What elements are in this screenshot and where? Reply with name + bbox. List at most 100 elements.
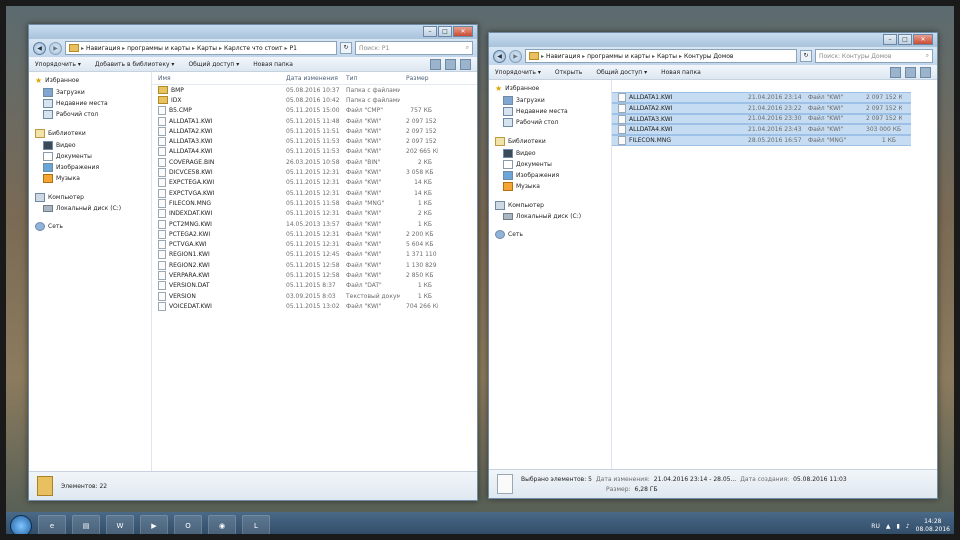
refresh-button[interactable]: ↻	[340, 42, 352, 54]
new-folder-button[interactable]: Новая папка	[661, 69, 701, 76]
file-row[interactable]: INDEXDAT.KWI 05.11.2015 12:31 Файл "KWI" 2 …	[152, 209, 477, 219]
nav-documents[interactable]: Документы	[489, 159, 611, 170]
maximize-button[interactable]: □	[898, 34, 912, 45]
nav-favorites[interactable]: ★ Избранное	[489, 82, 611, 95]
file-row[interactable]: EXPCTEGA.KWI 05.11.2015 12:31 Файл "KWI" 14…	[152, 178, 477, 188]
title-bar[interactable]: – □ ✕	[29, 25, 477, 39]
column-header-size[interactable]: Размер	[400, 75, 438, 82]
file-row[interactable]: ALLDATA3.KWI 21.04.2016 23:30 Файл "KWI" 2 …	[612, 113, 911, 125]
view-options-icon[interactable]	[890, 67, 901, 78]
nav-local-disk[interactable]: Локальный диск (C:)	[29, 204, 151, 213]
file-row[interactable]: B5.CMP 05.11.2015 15:00 Файл "CMP" 757 КБ	[152, 106, 477, 116]
view-options-icon[interactable]	[430, 59, 441, 70]
column-header-type[interactable]: Тип	[340, 75, 400, 82]
nav-libraries[interactable]: Библиотеки	[29, 127, 151, 140]
breadcrumb-separator[interactable]: ▸	[679, 53, 682, 60]
word-icon[interactable]: W	[106, 515, 134, 537]
address-bar[interactable]: ▸ Навигация ▸ программы и карты ▸ Карты ▸ Карлс…	[65, 41, 337, 55]
volume-icon[interactable]: ♪	[906, 523, 910, 530]
internet-explorer-icon[interactable]: e	[38, 515, 66, 537]
file-row[interactable]: VERSION 03.09.2015 8:03 Текстовый докум...…	[152, 291, 477, 301]
file-row[interactable]: ALLDATA4.KWI 05.11.2015 11:53 Файл "KWI" 20…	[152, 147, 477, 157]
nav-downloads[interactable]: Загрузки	[29, 87, 151, 98]
breadcrumb-separator[interactable]: ▸	[122, 45, 125, 52]
file-row[interactable]: ALLDATA2.KWI 21.04.2016 23:22 Файл "KWI" 2 …	[612, 102, 911, 114]
nav-downloads[interactable]: Загрузки	[489, 95, 611, 106]
breadcrumb-item[interactable]: программы и карты	[587, 53, 650, 60]
minimize-button[interactable]: –	[423, 26, 437, 37]
clock[interactable]: 14:28 08.08.2016	[916, 518, 950, 534]
file-row[interactable]: COVERAGE.BIN 26.03.2015 10:58 Файл "BIN" 2 …	[152, 157, 477, 167]
file-row[interactable]: FILECON.MNG 05.11.2015 11:58 Файл "MNG" 1 К…	[152, 198, 477, 208]
title-bar[interactable]: – □ ✕	[489, 33, 937, 47]
file-row[interactable]: IDX 05.08.2016 10:42 Папка с файлами	[152, 95, 477, 105]
organize-button[interactable]: Упорядочить ▾	[495, 69, 541, 76]
close-button[interactable]: ✕	[913, 34, 933, 45]
media-player-icon[interactable]: ▶	[140, 515, 168, 537]
share-button[interactable]: Общий доступ ▾	[596, 69, 647, 76]
nav-computer[interactable]: Компьютер	[29, 191, 151, 204]
nav-computer[interactable]: Компьютер	[489, 199, 611, 212]
breadcrumb-item[interactable]: Навигация	[86, 45, 120, 52]
file-row[interactable]: PCT2MNG.KWI 14.05.2013 13:57 Файл "KWI" 1 К…	[152, 219, 477, 229]
preview-pane-icon[interactable]	[905, 67, 916, 78]
nav-network[interactable]: Сеть	[489, 228, 611, 241]
maximize-button[interactable]: □	[438, 26, 452, 37]
breadcrumb-separator[interactable]: ▸	[284, 45, 287, 52]
file-row[interactable]: EXPCTVGA.KWI 05.11.2015 12:31 Файл "KWI" 14…	[152, 188, 477, 198]
preview-pane-icon[interactable]	[445, 59, 456, 70]
breadcrumb-item[interactable]: Контуры Домов	[684, 53, 733, 60]
file-row[interactable]: REGION2.KWI 05.11.2015 12:58 Файл "KWI" 1 1…	[152, 260, 477, 270]
breadcrumb-separator[interactable]: ▸	[219, 45, 222, 52]
file-row[interactable]: ALLDATA1.KWI 05.11.2015 11:48 Файл "KWI" 2 …	[152, 116, 477, 126]
breadcrumb-item[interactable]: программы и карты	[127, 45, 190, 52]
help-icon[interactable]	[460, 59, 471, 70]
file-row[interactable]: BMP 05.08.2016 10:37 Папка с файлами	[152, 85, 477, 95]
nav-libraries[interactable]: Библиотеки	[489, 135, 611, 148]
nav-desktop[interactable]: Рабочий стол	[29, 109, 151, 120]
close-button[interactable]: ✕	[453, 26, 473, 37]
nav-desktop[interactable]: Рабочий стол	[489, 117, 611, 128]
nav-music[interactable]: Музыка	[29, 173, 151, 184]
refresh-button[interactable]: ↻	[800, 50, 812, 62]
outlook-icon[interactable]: O	[174, 515, 202, 537]
nav-video[interactable]: Видео	[489, 148, 611, 159]
chrome-icon[interactable]: ◉	[208, 515, 236, 537]
nav-recent-places[interactable]: Недавние места	[29, 98, 151, 109]
nav-recent-places[interactable]: Недавние места	[489, 106, 611, 117]
breadcrumb-item[interactable]: Карлсте что стоит	[224, 45, 282, 52]
nav-video[interactable]: Видео	[29, 140, 151, 151]
breadcrumb-item[interactable]: P1	[289, 45, 296, 52]
lync-icon[interactable]: L	[242, 515, 270, 537]
address-bar[interactable]: ▸ Навигация ▸ программы и карты ▸ Карты ▸ Конту…	[525, 49, 797, 63]
breadcrumb-separator[interactable]: ▸	[192, 45, 195, 52]
breadcrumb-item[interactable]: Навигация	[546, 53, 580, 60]
file-row[interactable]: ALLDATA2.KWI 05.11.2015 11:51 Файл "KWI" 2 …	[152, 126, 477, 136]
file-row[interactable]: PCTVGA.KWI 05.11.2015 12:31 Файл "KWI" 5 60…	[152, 239, 477, 250]
open-button[interactable]: Открыть	[555, 69, 582, 76]
forward-button[interactable]: ▶	[509, 49, 522, 63]
search-input[interactable]: Поиск: P1 ⌕	[355, 41, 473, 55]
nav-images[interactable]: Изображения	[489, 170, 611, 181]
back-button[interactable]: ◀	[493, 49, 506, 63]
language-indicator[interactable]: RU	[871, 523, 880, 530]
breadcrumb-separator[interactable]: ▸	[541, 53, 544, 60]
help-icon[interactable]	[920, 67, 931, 78]
forward-button[interactable]: ▶	[49, 41, 62, 55]
organize-button[interactable]: Упорядочить ▾	[35, 61, 81, 68]
breadcrumb-separator[interactable]: ▸	[81, 45, 84, 52]
network-status-icon[interactable]: ▮	[896, 523, 899, 530]
breadcrumb-item[interactable]: Карты	[657, 53, 677, 60]
file-row[interactable]: REGION1.KWI 05.11.2015 12:45 Файл "KWI" 1 3…	[152, 250, 477, 260]
nav-local-disk[interactable]: Локальный диск (C:)	[489, 212, 611, 221]
file-row[interactable]: PCTEGA2.KWI 05.11.2015 12:31 Файл "KWI" 2 2…	[152, 229, 477, 239]
file-row[interactable]: ALLDATA4.KWI 21.04.2016 23:43 Файл "KWI" 30…	[612, 124, 911, 136]
file-row[interactable]: ALLDATA1.KWI 21.04.2016 23:14 Файл "KWI" 2 …	[612, 92, 911, 103]
file-explorer-icon[interactable]: ▤	[72, 515, 100, 537]
nav-images[interactable]: Изображения	[29, 162, 151, 173]
column-header-date[interactable]: Дата изменения	[280, 75, 340, 82]
search-input[interactable]: Поиск: Контуры Домов ⌕	[815, 49, 933, 63]
nav-music[interactable]: Музыка	[489, 181, 611, 192]
breadcrumb-separator[interactable]: ▸	[652, 53, 655, 60]
add-to-library-button[interactable]: Добавить в библиотеку ▾	[95, 61, 175, 68]
